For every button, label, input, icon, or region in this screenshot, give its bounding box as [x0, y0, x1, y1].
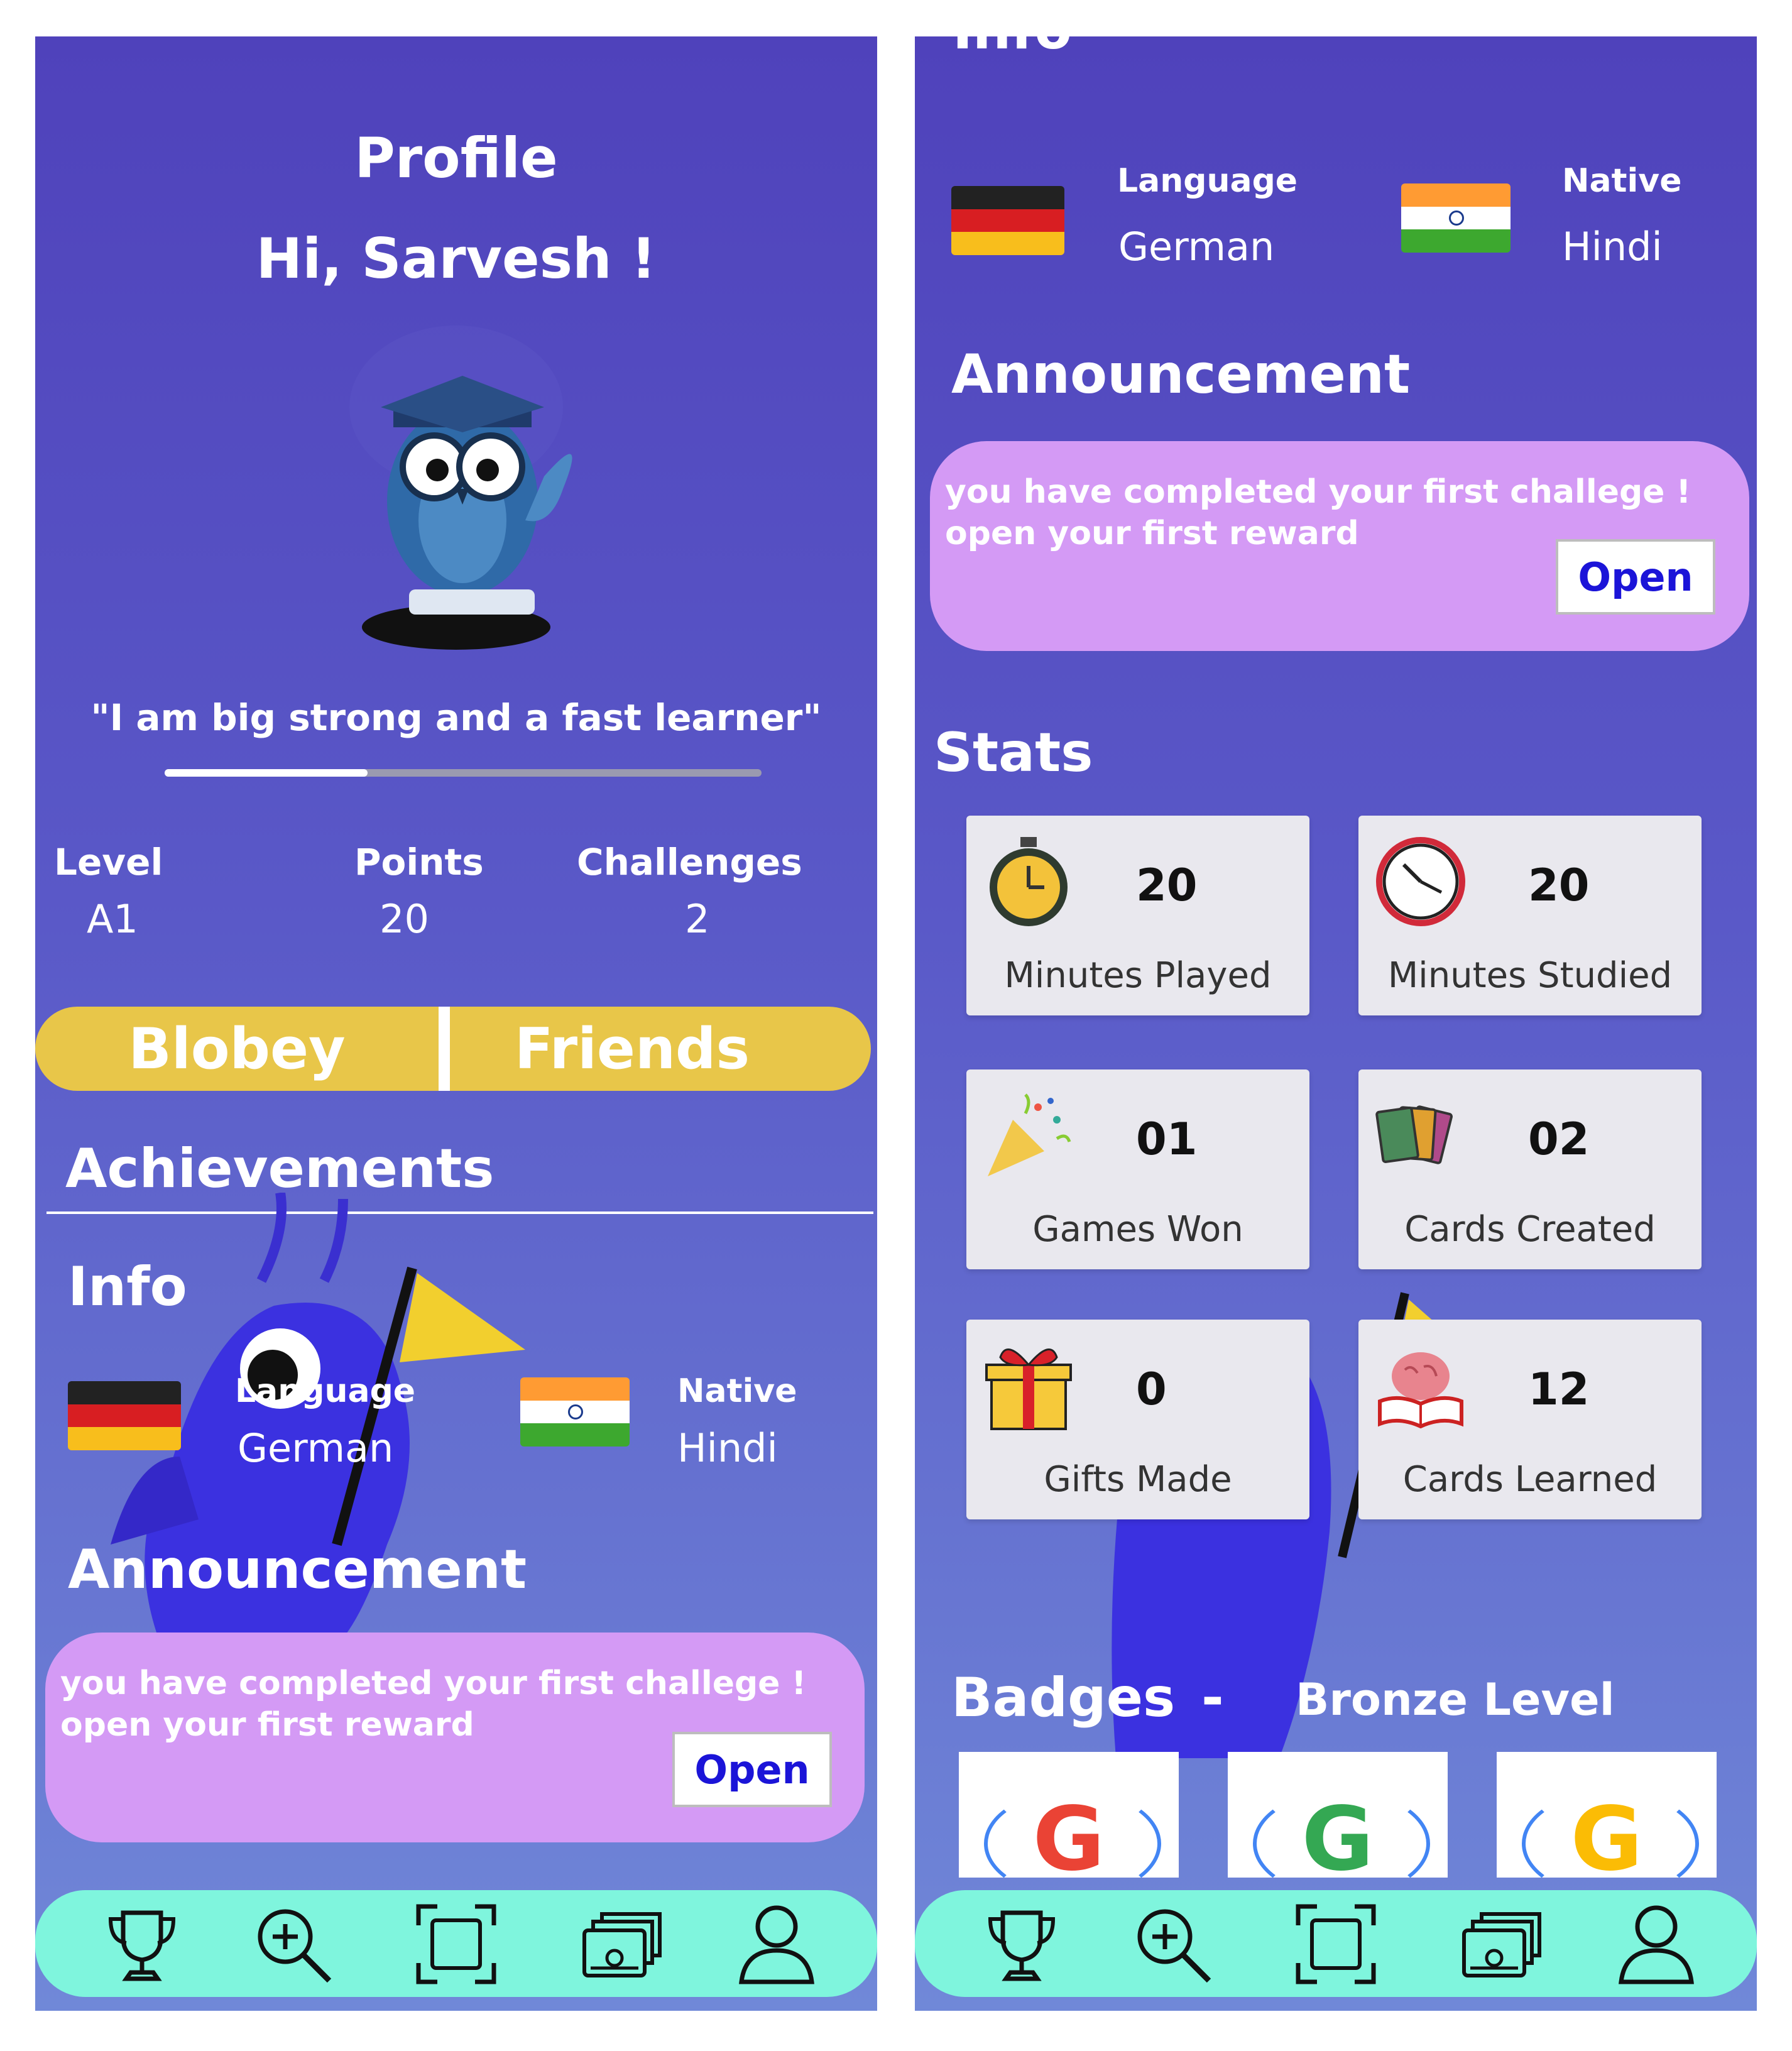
stat-label: Games Won [1032, 1209, 1243, 1250]
profile-screen: Profile Hi, Sarvesh ! "I am big strong a… [35, 36, 877, 2011]
owl-mascot-icon [349, 325, 572, 650]
clock-icon [1376, 837, 1465, 926]
search-plus-icon[interactable] [1128, 1900, 1216, 1988]
brain-book-icon [1378, 1352, 1463, 1429]
toggle-friends[interactable]: Friends [450, 1007, 814, 1091]
info-heading-cropped: Info [953, 36, 1072, 62]
trophy-icon[interactable] [98, 1900, 186, 1988]
info-heading-cropped-wrapper: Info [915, 36, 1757, 124]
badges-separator: - [1201, 1666, 1224, 1729]
badge-item[interactable]: G [1228, 1752, 1448, 1878]
announcement-line-1: you have completed your first challege ! [945, 473, 1691, 511]
google-g-icon: G [1032, 1788, 1105, 1878]
stat-challenges: Challenges 2 [577, 841, 841, 942]
announcement-card: you have completed your first challege !… [930, 441, 1749, 651]
stat-value: 20 [380, 896, 429, 942]
stat-value: A1 [87, 896, 138, 942]
stat-label: Challenges [577, 841, 802, 883]
stat-value: 2 [685, 896, 710, 942]
stat-points: Points 20 [354, 841, 518, 942]
stat-label: Minutes Studied [1387, 955, 1673, 996]
stat-label: Points [354, 841, 484, 883]
stat-value: 20 [1528, 860, 1590, 911]
achievements-heading: Achievements [65, 1137, 494, 1200]
google-g-icon: G [1301, 1788, 1374, 1878]
stopwatch-icon [990, 837, 1068, 926]
search-plus-icon[interactable] [249, 1900, 337, 1988]
stat-card-gifts-made: 0 Gifts Made [966, 1320, 1309, 1519]
stat-card-minutes-played: 20 Minutes Played [966, 816, 1309, 1015]
progress-bar [165, 769, 762, 777]
google-g-icon: G [1570, 1788, 1643, 1878]
stat-label: Cards Learned [1402, 1459, 1658, 1500]
stat-card-minutes-studied: 20 Minutes Studied [1358, 816, 1702, 1015]
stat-level: Level A1 [54, 841, 199, 942]
stats-heading: Stats [934, 721, 1093, 784]
stat-label: Level [54, 841, 163, 883]
bottom-nav [35, 1890, 877, 1997]
language-value: German [1118, 224, 1275, 270]
stat-label: Cards Created [1404, 1209, 1656, 1250]
stat-card-cards-created: 02 Cards Created [1358, 1069, 1702, 1269]
mascot-toggle: Blobey Friends [35, 1007, 871, 1091]
open-reward-button[interactable]: Open [1556, 539, 1715, 615]
native-label: Native [677, 1372, 797, 1410]
stat-card-cards-learned: 12 Cards Learned [1358, 1320, 1702, 1519]
badges-heading: Badges [951, 1666, 1176, 1729]
native-value: Hindi [1562, 224, 1663, 270]
native-value: Hindi [677, 1425, 778, 1471]
language-label: Language [235, 1372, 416, 1410]
progress-fill [165, 769, 368, 777]
stat-label: Minutes Played [1004, 955, 1272, 996]
stat-value: 12 [1528, 1364, 1590, 1415]
announcement-line-1: you have completed your first challege ! [60, 1665, 807, 1702]
germany-flag-icon [951, 186, 1064, 255]
user-icon[interactable] [1612, 1900, 1700, 1988]
stat-value: 0 [1136, 1364, 1167, 1415]
announcement-heading: Announcement [951, 343, 1411, 406]
announcement-card: you have completed your first challege !… [45, 1633, 865, 1842]
india-flag-icon [520, 1377, 630, 1447]
quote-text: "I am big strong and a fast learner" [90, 696, 822, 739]
trophy-icon[interactable] [978, 1900, 1066, 1988]
party-popper-icon [988, 1093, 1071, 1176]
toggle-blobey[interactable]: Blobey [35, 1007, 439, 1091]
user-icon[interactable] [733, 1900, 821, 1988]
cards-icon [1375, 1105, 1453, 1164]
cards-stack-icon[interactable] [576, 1900, 664, 1988]
badges-level: Bronze Level [1296, 1674, 1615, 1726]
india-flag-icon [1401, 183, 1511, 253]
announcement-heading: Announcement [68, 1538, 527, 1601]
scan-icon[interactable] [1292, 1900, 1380, 1988]
open-reward-button[interactable]: Open [672, 1732, 832, 1807]
toggle-divider [439, 1007, 450, 1091]
native-label: Native [1562, 162, 1682, 200]
stat-card-games-won: 01 Games Won [966, 1069, 1309, 1269]
bottom-nav [915, 1890, 1757, 1997]
stat-value: 02 [1528, 1113, 1590, 1165]
stat-value: 01 [1136, 1113, 1198, 1165]
profile-screen-scrolled: Info Language German Native Hindi Announ… [915, 36, 1757, 2011]
stat-value: 20 [1136, 860, 1198, 911]
greeting-text: Hi, Sarvesh ! [256, 226, 657, 291]
gift-icon [985, 1348, 1072, 1430]
language-value: German [238, 1425, 394, 1471]
badge-item[interactable]: G [1497, 1752, 1717, 1878]
germany-flag-icon [68, 1381, 181, 1450]
info-heading: Info [68, 1255, 187, 1318]
language-label: Language [1117, 162, 1298, 200]
scan-icon[interactable] [412, 1900, 500, 1988]
cards-stack-icon[interactable] [1455, 1900, 1543, 1988]
stat-label: Gifts Made [1044, 1459, 1232, 1500]
page-title: Profile [354, 126, 558, 190]
badge-item[interactable]: G [959, 1752, 1179, 1878]
